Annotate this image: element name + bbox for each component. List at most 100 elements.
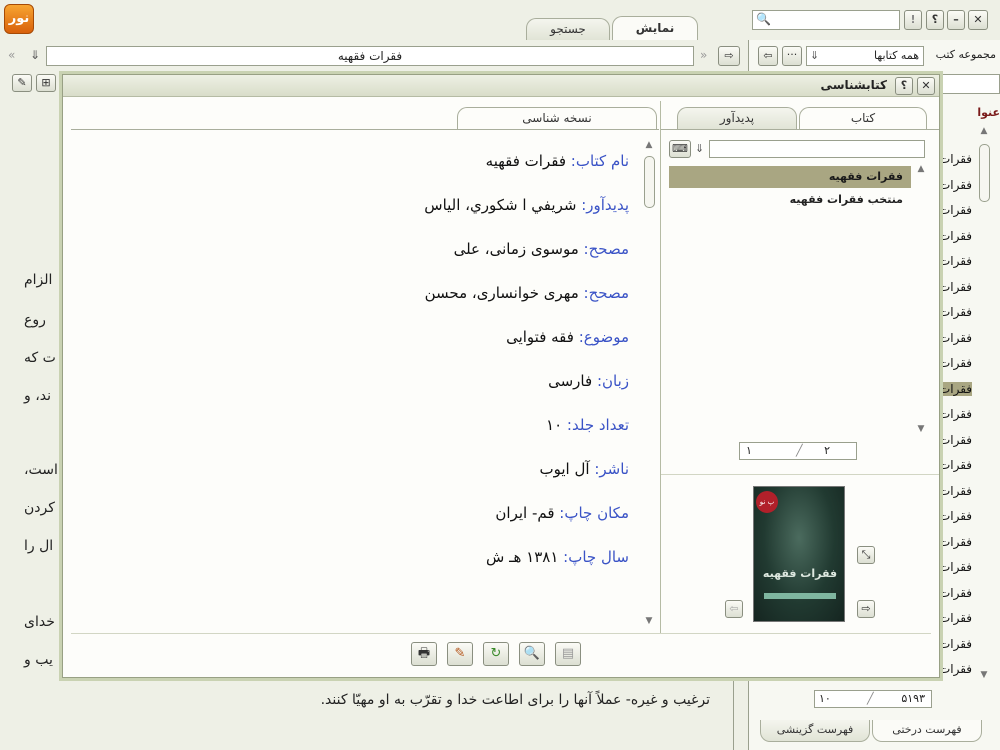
dialog-close-button[interactable]: ✕: [917, 77, 935, 95]
library-list-item-selected[interactable]: فقرات: [938, 381, 972, 396]
keyboard-button[interactable]: ⌨: [669, 140, 691, 158]
library-list-item[interactable]: فقرات: [938, 433, 972, 447]
collection-label: مجموعه کتب: [935, 48, 996, 61]
exclaim-button[interactable]: !: [904, 10, 922, 30]
dialog-bottom-toolbar: 🖶 ✎ ↻ 🔍 ▤: [71, 633, 931, 673]
print-button[interactable]: 🖶: [411, 642, 437, 666]
scroll-thumb[interactable]: [644, 156, 655, 208]
pager-total: ۵۱۹۳: [901, 692, 925, 705]
library-list-item[interactable]: فقرات: [938, 560, 972, 574]
close-icon: ✕: [973, 13, 983, 26]
book-cover-image[interactable]: پ نو فقرات فقهیه: [753, 486, 845, 622]
scroll-up-icon[interactable]: ▲: [978, 126, 990, 136]
book-result-item-selected[interactable]: فقرات فقهیه: [669, 166, 911, 188]
cover-prev-button[interactable]: ⇦: [725, 600, 743, 618]
library-list-item[interactable]: فقرات: [938, 611, 972, 625]
nav-back-icon[interactable]: «: [8, 48, 22, 64]
metadata-key: مصحح:: [583, 284, 629, 302]
library-list-item[interactable]: فقرات: [938, 484, 972, 498]
library-more-button[interactable]: ···: [782, 46, 802, 66]
library-list-item[interactable]: فقرات: [938, 356, 972, 370]
tab-select-list[interactable]: فهرست گزینشی: [760, 720, 870, 742]
library-list-item[interactable]: فقرات: [938, 331, 972, 345]
layout-button[interactable]: ⊞: [36, 74, 56, 92]
wrench-icon: ✎: [17, 76, 27, 89]
metadata-value: شريفي ا شكوري، الياس: [424, 196, 582, 214]
zoom-button[interactable]: 🔍: [519, 642, 545, 666]
metadata-key: مکان چاپ:: [559, 504, 629, 522]
bibliography-dialog: کتابشناسی ؟ ✕ نسخه شناسی نام کتاب: فقرات…: [62, 74, 940, 678]
book-title-field: فقرات فقهیه: [46, 46, 694, 66]
cover-badge: پ نو: [756, 491, 778, 513]
library-list-item[interactable]: فقرات: [938, 509, 972, 523]
library-list-item[interactable]: فقرات: [938, 305, 972, 319]
scroll-down-icon[interactable]: ▼: [643, 616, 655, 626]
tab-bibliography[interactable]: نسخه شناسی: [457, 107, 657, 129]
library-list-item[interactable]: فقرات: [938, 178, 972, 192]
logo-text: نور: [8, 11, 30, 26]
edit-note-button[interactable]: ✎: [447, 642, 473, 666]
app-logo[interactable]: نور: [4, 4, 34, 34]
library-scrollbar[interactable]: ▲ ▼: [978, 126, 990, 680]
wrench-button[interactable]: ✎: [12, 74, 32, 92]
sort-down-icon[interactable]: ⇓: [695, 142, 707, 155]
library-list-item[interactable]: فقرات: [938, 254, 972, 268]
metadata-scrollbar[interactable]: ▲ ▼: [643, 140, 655, 626]
cover-next-button[interactable]: ⇨: [857, 600, 875, 618]
scroll-down-icon[interactable]: ▼: [915, 424, 927, 434]
library-list-item[interactable]: فقرات: [938, 586, 972, 600]
book-list-scrollbar[interactable]: ▲ ▼: [915, 164, 927, 434]
magnifier-icon: 🔍: [523, 646, 541, 661]
library-list-item[interactable]: فقرات: [938, 535, 972, 549]
library-list-item[interactable]: فقرات: [938, 458, 972, 472]
metadata-value: قم- ایران: [495, 504, 560, 522]
tab-book-label: کتاب: [850, 111, 876, 125]
scroll-up-icon[interactable]: ▲: [643, 140, 655, 150]
nav-down-icon[interactable]: ⇓: [30, 48, 44, 64]
global-search-input[interactable]: 🔍: [752, 10, 900, 30]
dialog-title-bar[interactable]: کتابشناسی ؟ ✕: [63, 75, 939, 97]
reader-line: کردن: [24, 500, 55, 516]
scroll-up-icon[interactable]: ▲: [915, 164, 927, 174]
library-list-item[interactable]: فقرات: [938, 407, 972, 421]
refresh-button[interactable]: ↻: [483, 642, 509, 666]
library-list-item[interactable]: فقرات: [938, 637, 972, 651]
library-list-item[interactable]: فقرات: [938, 229, 972, 243]
library-list-item[interactable]: فقرات: [938, 203, 972, 217]
exclaim-icon: !: [910, 13, 916, 26]
metadata-row: موضوع: فقه فتوایی: [89, 328, 629, 346]
library-pager[interactable]: ۱۰ ╱ ۵۱۹۳: [814, 690, 932, 708]
library-filter-input[interactable]: [940, 74, 1000, 94]
tab-search[interactable]: جستجو: [526, 18, 610, 40]
metadata-value: مهری خوانساری، محسن: [424, 284, 584, 302]
next-page-button[interactable]: ⇨: [718, 46, 740, 66]
cover-separator: [661, 474, 939, 475]
pager-total: ۲: [824, 444, 830, 457]
minimize-button[interactable]: –: [947, 10, 965, 30]
library-list-item[interactable]: فقرات: [938, 152, 972, 166]
tab-author[interactable]: پدیدآور: [677, 107, 797, 129]
cover-expand-button[interactable]: ⤡: [857, 546, 875, 564]
library-back-button[interactable]: ⇦: [758, 46, 778, 66]
nav-forward-icon[interactable]: »: [700, 48, 714, 64]
library-list-item[interactable]: فقرات: [938, 280, 972, 294]
tab-tree-list[interactable]: فهرست درختی: [872, 720, 982, 742]
expand-icon: ⤡: [861, 548, 871, 561]
collection-select[interactable]: ⇓ همه کتابها: [806, 46, 924, 66]
dialog-help-button[interactable]: ؟: [895, 77, 913, 95]
tab-book[interactable]: کتاب: [799, 107, 927, 129]
tab-show-label: نمایش: [635, 21, 675, 35]
book-result-item[interactable]: منتخب فقرات فقهیه: [669, 190, 911, 210]
close-app-button[interactable]: ✕: [968, 10, 988, 30]
tab-show[interactable]: نمایش: [612, 16, 698, 40]
scroll-thumb[interactable]: [979, 144, 990, 202]
pager-current: ۱۰: [819, 692, 831, 705]
document-button[interactable]: ▤: [555, 642, 581, 666]
tab-select-list-label: فهرست گزینشی: [776, 723, 854, 736]
metadata-row: نام کتاب: فقرات فقهیه: [89, 152, 629, 170]
scroll-down-icon[interactable]: ▼: [978, 670, 990, 680]
library-list-item[interactable]: فقرات: [938, 662, 972, 676]
book-pager[interactable]: ۱ ╱ ۲: [739, 442, 857, 460]
help-button[interactable]: ؟: [926, 10, 944, 30]
book-filter-input[interactable]: [709, 140, 925, 158]
